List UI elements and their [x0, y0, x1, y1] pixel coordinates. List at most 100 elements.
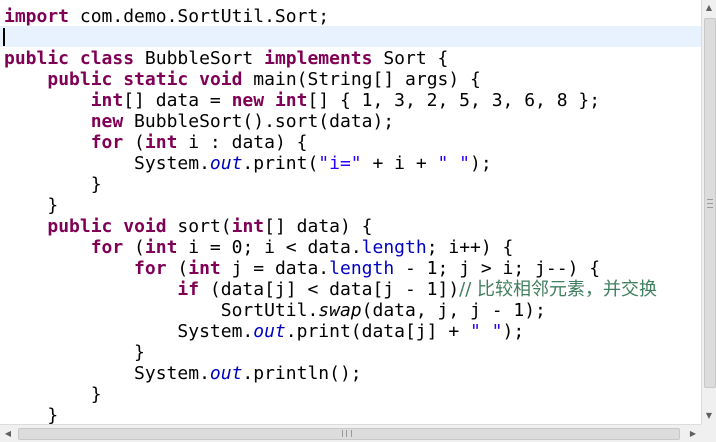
- scroll-left-arrow-icon[interactable]: ◀: [0, 425, 16, 442]
- keyword: public: [47, 69, 113, 90]
- code-line-19: }: [4, 384, 657, 405]
- field: length: [329, 258, 395, 279]
- code-token: sort(: [166, 216, 232, 237]
- code-token: .print(data[j] +: [285, 321, 470, 342]
- code-token: (: [123, 132, 145, 153]
- keyword: implements: [264, 48, 373, 69]
- scroll-up-arrow-icon[interactable]: ▲: [702, 0, 716, 16]
- code-token: + i +: [361, 153, 438, 174]
- string-literal: " ": [470, 321, 503, 342]
- scroll-down-arrow-icon[interactable]: ▼: [702, 408, 716, 424]
- code-token: Sort {: [372, 48, 449, 69]
- code-line-14: if (data[j] < data[j - 1])// 比较相邻元素，并交换: [4, 279, 657, 300]
- code-line-9: }: [4, 174, 657, 195]
- horizontal-scroll-thumb[interactable]: [18, 428, 680, 440]
- code-editor[interactable]: import com.demo.SortUtil.Sort; public cla…: [0, 0, 701, 424]
- code-token: .println();: [242, 363, 362, 384]
- code-token: main(String[] args) {: [242, 69, 481, 90]
- code-token: BubbleSort().sort(data);: [123, 111, 395, 132]
- code-token: .print(: [242, 153, 319, 174]
- keyword: void: [123, 216, 167, 237]
- code-line-5: int[] data = new int[] { 1, 3, 2, 5, 3, …: [4, 90, 657, 111]
- keyword: new: [90, 111, 124, 132]
- keyword: public: [4, 48, 70, 69]
- code-token: }: [90, 384, 102, 405]
- code-token: [] data =: [123, 90, 232, 111]
- keyword: int: [188, 258, 221, 279]
- keyword: if: [177, 279, 200, 300]
- code-token: com.demo.SortUtil.Sort;: [69, 6, 330, 27]
- code-token: i : data) {: [177, 132, 308, 153]
- static-field: out: [209, 153, 243, 174]
- code-token: );: [502, 321, 525, 342]
- code-token: BubbleSort: [134, 48, 265, 69]
- code-token: }: [90, 174, 102, 195]
- keyword: import: [4, 6, 70, 27]
- scroll-right-arrow-icon[interactable]: ▶: [685, 425, 701, 442]
- keyword: for: [90, 237, 124, 258]
- code-text[interactable]: import com.demo.SortUtil.Sort; public cla…: [4, 6, 657, 424]
- horizontal-scrollbar[interactable]: ◀ ▶: [0, 424, 701, 442]
- static-field: out: [209, 363, 243, 384]
- code-line-11: public void sort(int[] data) {: [4, 216, 657, 237]
- code-line-12: for (int i = 0; i < data.length; i++) {: [4, 237, 657, 258]
- keyword: public: [47, 216, 113, 237]
- keyword: int: [274, 90, 308, 111]
- code-line-17: }: [4, 342, 657, 363]
- code-token: i = 0; i < data.: [177, 237, 362, 258]
- code-line-1: import com.demo.SortUtil.Sort;: [4, 6, 657, 27]
- code-token: System.: [134, 153, 210, 174]
- code-token: j = data.: [220, 258, 330, 279]
- keyword: for: [90, 132, 124, 153]
- code-token: (data[j] < data[j - 1]): [199, 279, 460, 300]
- code-token: }: [47, 195, 59, 216]
- code-line-10: }: [4, 195, 657, 216]
- keyword: int: [231, 216, 265, 237]
- code-token: [] { 1, 3, 2, 5, 3, 6, 8 };: [307, 90, 601, 111]
- code-token: [] data) {: [264, 216, 373, 237]
- static-method: swap: [318, 300, 362, 321]
- code-line-8: System.out.print("i=" + i + " ");: [4, 153, 657, 174]
- keyword: int: [90, 90, 124, 111]
- code-line-13: for (int j = data.length - 1; j > i; j--…: [4, 258, 657, 279]
- keyword: void: [199, 69, 243, 90]
- code-token: ; i++) {: [426, 237, 514, 258]
- grip-icon: [707, 199, 713, 208]
- code-token: (: [166, 258, 189, 279]
- code-token: (data, j, j - 1);: [361, 300, 546, 321]
- keyword: static: [123, 69, 189, 90]
- vertical-scroll-thumb[interactable]: [704, 18, 716, 388]
- code-token: }: [47, 405, 59, 424]
- grip-icon: [342, 430, 352, 437]
- vertical-scrollbar[interactable]: ▲ ▼: [701, 0, 716, 424]
- code-line-15: SortUtil.swap(data, j, j - 1);: [4, 300, 657, 321]
- code-token: );: [470, 153, 492, 174]
- string-literal: "i=": [318, 153, 362, 174]
- code-token: }: [134, 342, 145, 363]
- code-token: - 1; j > i; j--) {: [394, 258, 601, 279]
- comment: // 比较相邻元素，并交换: [459, 279, 658, 300]
- scrollbar-corner: [701, 424, 716, 442]
- code-token: System.: [134, 363, 210, 384]
- keyword: for: [134, 258, 167, 279]
- code-token: System.: [177, 321, 254, 342]
- keyword: class: [79, 48, 135, 69]
